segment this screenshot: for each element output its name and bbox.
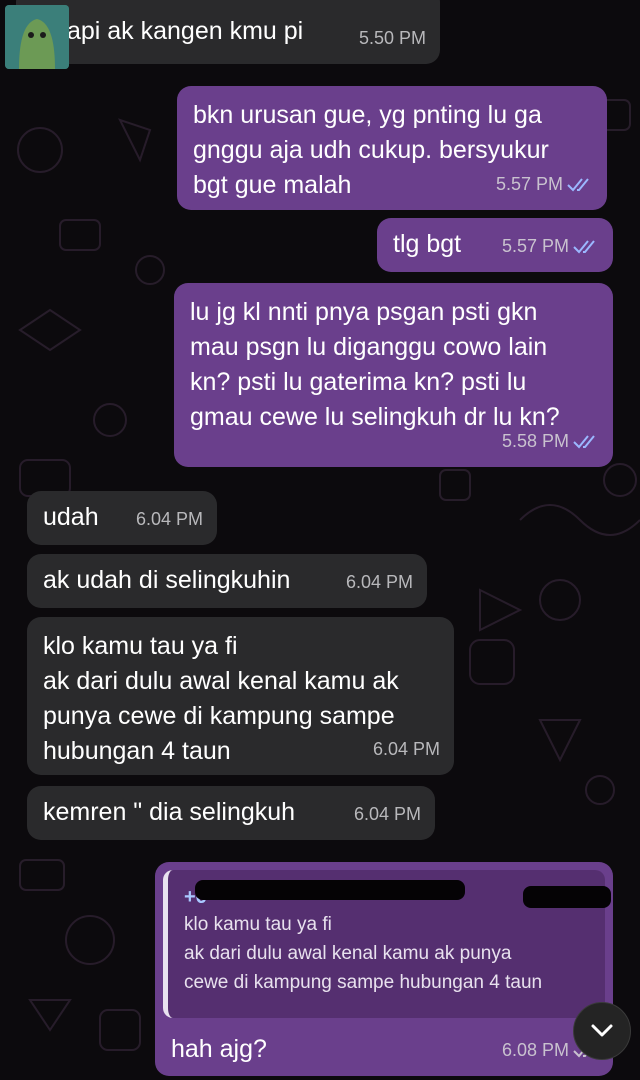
double-check-icon [573, 434, 595, 448]
message-incoming[interactable]: kemren " dia selingkuh 6.04 PM [27, 786, 435, 840]
message-outgoing[interactable]: tlg bgt 5.57 PM [377, 218, 613, 272]
message-incoming[interactable]: udah 6.04 PM [27, 491, 217, 545]
message-meta: 5.58 PM [502, 424, 599, 459]
message-incoming[interactable]: tapi ak kangen kmu pi 5.50 PM [16, 0, 440, 64]
message-incoming[interactable]: ak udah di selingkuhin 6.04 PM [27, 554, 427, 608]
double-check-icon [567, 177, 589, 191]
message-incoming[interactable]: klo kamu tau ya fi ak dari dulu awal ken… [27, 617, 454, 775]
message-time: 6.04 PM [372, 739, 440, 759]
message-time: 5.57 PM [501, 236, 569, 256]
message-time: 6.04 PM [353, 804, 421, 824]
message-text: lu jg kl nnti pnya psgan psti gkn mau ps… [190, 298, 560, 431]
message-text: hah ajg? [171, 1035, 267, 1063]
message-meta: 5.57 PM [496, 167, 593, 202]
message-time: 6.08 PM [501, 1040, 569, 1060]
message-time: 5.58 PM [501, 431, 569, 451]
double-check-icon [573, 239, 595, 253]
message-outgoing[interactable]: bkn urusan gue, yg pnting lu ga gnggu aj… [177, 86, 607, 210]
contact-avatar[interactable] [5, 5, 69, 69]
redaction-mark [195, 880, 465, 900]
message-time: 5.57 PM [495, 174, 563, 194]
redaction-mark [523, 886, 611, 908]
chevron-down-icon [591, 1024, 613, 1037]
message-time: 6.04 PM [345, 572, 413, 592]
message-time: 5.50 PM [358, 28, 426, 48]
message-meta: 5.57 PM [502, 229, 599, 264]
message-outgoing[interactable]: lu jg kl nnti pnya psgan psti gkn mau ps… [174, 283, 613, 467]
message-outgoing-reply[interactable]: +6 klo kamu tau ya fi ak dari dulu awal … [155, 862, 613, 1076]
message-time: 6.04 PM [135, 509, 203, 529]
quoted-text: klo kamu tau ya fi ak dari dulu awal ken… [184, 914, 543, 993]
scroll-to-bottom-button[interactable] [573, 1002, 631, 1060]
